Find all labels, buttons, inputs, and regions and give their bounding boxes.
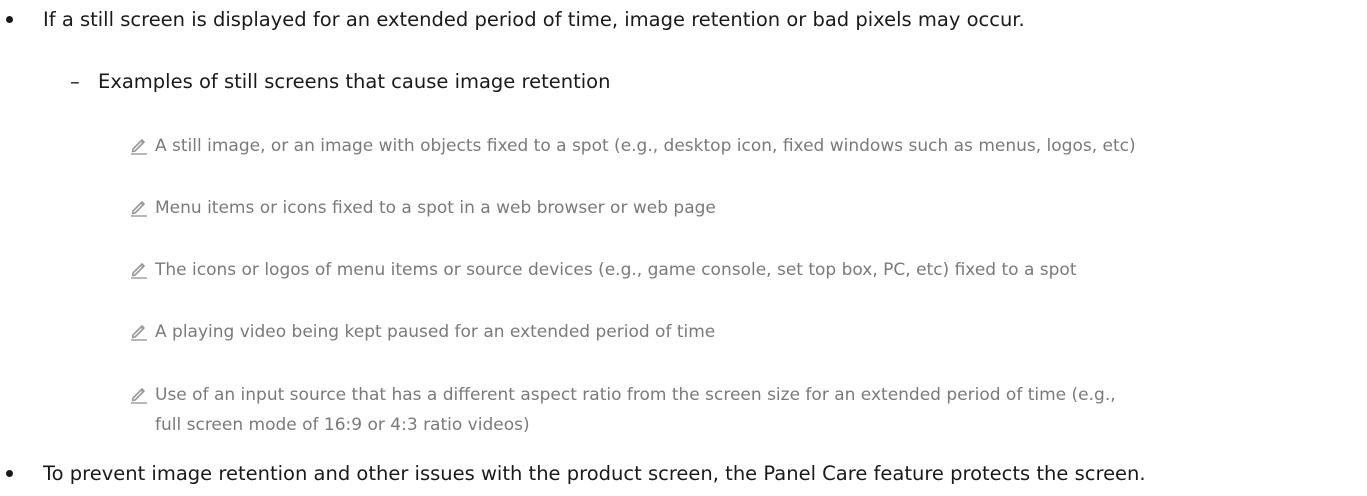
note-text: Menu items or icons fixed to a spot in a… bbox=[155, 198, 716, 218]
bullet-text: To prevent image retention and other iss… bbox=[43, 462, 1146, 485]
sub-item-text: Examples of still screens that cause ima… bbox=[98, 70, 611, 93]
pencil-icon bbox=[131, 139, 147, 155]
pencil-icon bbox=[131, 388, 147, 404]
note-text: Use of an input source that has a differ… bbox=[155, 385, 1116, 405]
note-text-continuation: full screen mode of 16:9 or 4:3 ratio vi… bbox=[155, 415, 530, 435]
dash-marker: – bbox=[70, 70, 80, 93]
note-text: A still image, or an image with objects … bbox=[155, 136, 1136, 156]
bullet-dot bbox=[6, 470, 13, 477]
bullet-dot bbox=[6, 16, 13, 23]
note-text: The icons or logos of menu items or sour… bbox=[155, 260, 1077, 280]
bullet-text: If a still screen is displayed for an ex… bbox=[43, 8, 1025, 31]
pencil-icon bbox=[131, 325, 147, 341]
pencil-icon bbox=[131, 201, 147, 217]
note-text: A playing video being kept paused for an… bbox=[155, 322, 716, 342]
pencil-icon bbox=[131, 263, 147, 279]
